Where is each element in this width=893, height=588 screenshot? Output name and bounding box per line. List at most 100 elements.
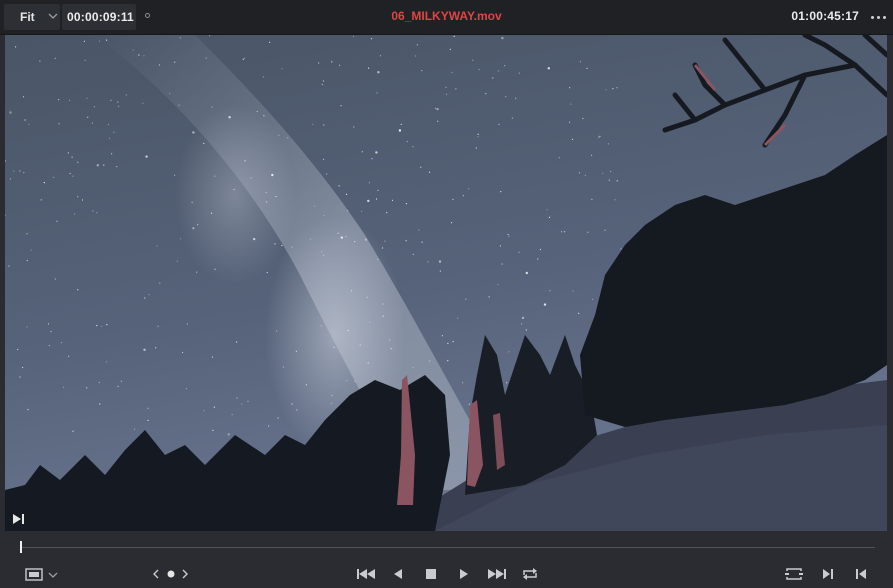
play-reverse-icon[interactable] <box>390 565 406 583</box>
star <box>367 199 370 203</box>
star <box>113 131 115 133</box>
chevron-left-icon[interactable] <box>150 565 162 583</box>
star <box>543 303 547 306</box>
star <box>377 189 379 191</box>
star <box>331 394 333 397</box>
star <box>269 41 271 43</box>
star <box>412 146 414 148</box>
star <box>377 71 380 74</box>
star <box>447 342 449 344</box>
star <box>386 212 388 214</box>
star <box>546 209 548 211</box>
chevron-right-icon[interactable] <box>179 565 191 583</box>
star <box>143 348 146 351</box>
ellipsis-icon[interactable] <box>865 4 893 30</box>
star <box>96 164 100 167</box>
film-frame-icon[interactable] <box>25 565 59 583</box>
skip-forward-icon[interactable] <box>486 565 508 583</box>
star <box>244 160 246 162</box>
star <box>262 76 264 78</box>
star <box>291 403 293 405</box>
star <box>256 110 258 113</box>
star <box>321 251 323 253</box>
star <box>437 120 439 122</box>
star <box>74 213 76 215</box>
loop-icon[interactable] <box>520 565 540 583</box>
star <box>616 87 618 89</box>
star <box>415 55 417 57</box>
star <box>578 312 580 314</box>
star <box>340 236 343 239</box>
star <box>346 380 348 382</box>
star <box>19 376 21 378</box>
star <box>364 238 368 241</box>
star <box>63 386 65 388</box>
star <box>265 191 267 193</box>
playhead[interactable] <box>20 541 22 553</box>
star <box>347 329 349 332</box>
play-icon[interactable] <box>456 565 472 583</box>
star <box>398 129 402 132</box>
star <box>579 61 582 63</box>
step-back-icon[interactable] <box>853 565 869 583</box>
stop-icon[interactable] <box>423 565 439 583</box>
star <box>110 99 112 101</box>
star <box>67 152 69 154</box>
star <box>549 290 551 292</box>
star <box>441 335 443 337</box>
star <box>9 111 12 114</box>
star <box>72 430 74 432</box>
star <box>452 341 454 343</box>
star <box>504 65 506 67</box>
star <box>400 123 402 125</box>
star <box>43 182 45 184</box>
star <box>525 271 528 275</box>
star <box>275 195 277 198</box>
scrub-track[interactable] <box>20 547 875 548</box>
star <box>438 260 442 263</box>
star <box>158 64 160 66</box>
star <box>247 400 249 402</box>
mark-in-icon[interactable] <box>12 513 26 525</box>
star <box>148 293 150 296</box>
dot-icon[interactable] <box>165 565 177 583</box>
skip-back-icon[interactable] <box>355 565 377 583</box>
star <box>282 366 284 368</box>
star <box>354 380 356 382</box>
star <box>250 177 252 179</box>
star <box>323 254 325 256</box>
star <box>375 198 378 200</box>
star <box>314 205 316 207</box>
milky-way-image <box>5 35 887 531</box>
star <box>47 323 50 325</box>
star <box>233 188 235 191</box>
star <box>379 55 382 57</box>
star <box>598 136 600 138</box>
step-forward-icon[interactable] <box>820 565 836 583</box>
star <box>337 232 339 234</box>
record-timecode[interactable]: 01:00:45:17 <box>791 9 859 23</box>
star <box>40 199 42 201</box>
match-frame-icon[interactable] <box>784 565 804 583</box>
star <box>8 265 10 267</box>
star <box>457 317 459 319</box>
video-frame[interactable] <box>5 35 887 531</box>
scrub-bar[interactable] <box>0 532 893 560</box>
star <box>27 409 29 411</box>
source-viewer: Fit 00:00:09:11 06_MILKYWAY.mov 01:00:45… <box>0 0 893 588</box>
star <box>305 384 307 386</box>
star <box>13 170 15 172</box>
star <box>236 341 238 343</box>
star <box>499 245 501 247</box>
star <box>23 172 25 174</box>
star <box>614 199 616 201</box>
star <box>143 55 145 57</box>
star <box>389 339 391 341</box>
star <box>390 348 392 350</box>
star <box>50 331 52 333</box>
star <box>508 235 510 237</box>
star <box>157 325 159 327</box>
star <box>26 259 28 262</box>
star <box>58 123 60 125</box>
star <box>462 382 464 384</box>
